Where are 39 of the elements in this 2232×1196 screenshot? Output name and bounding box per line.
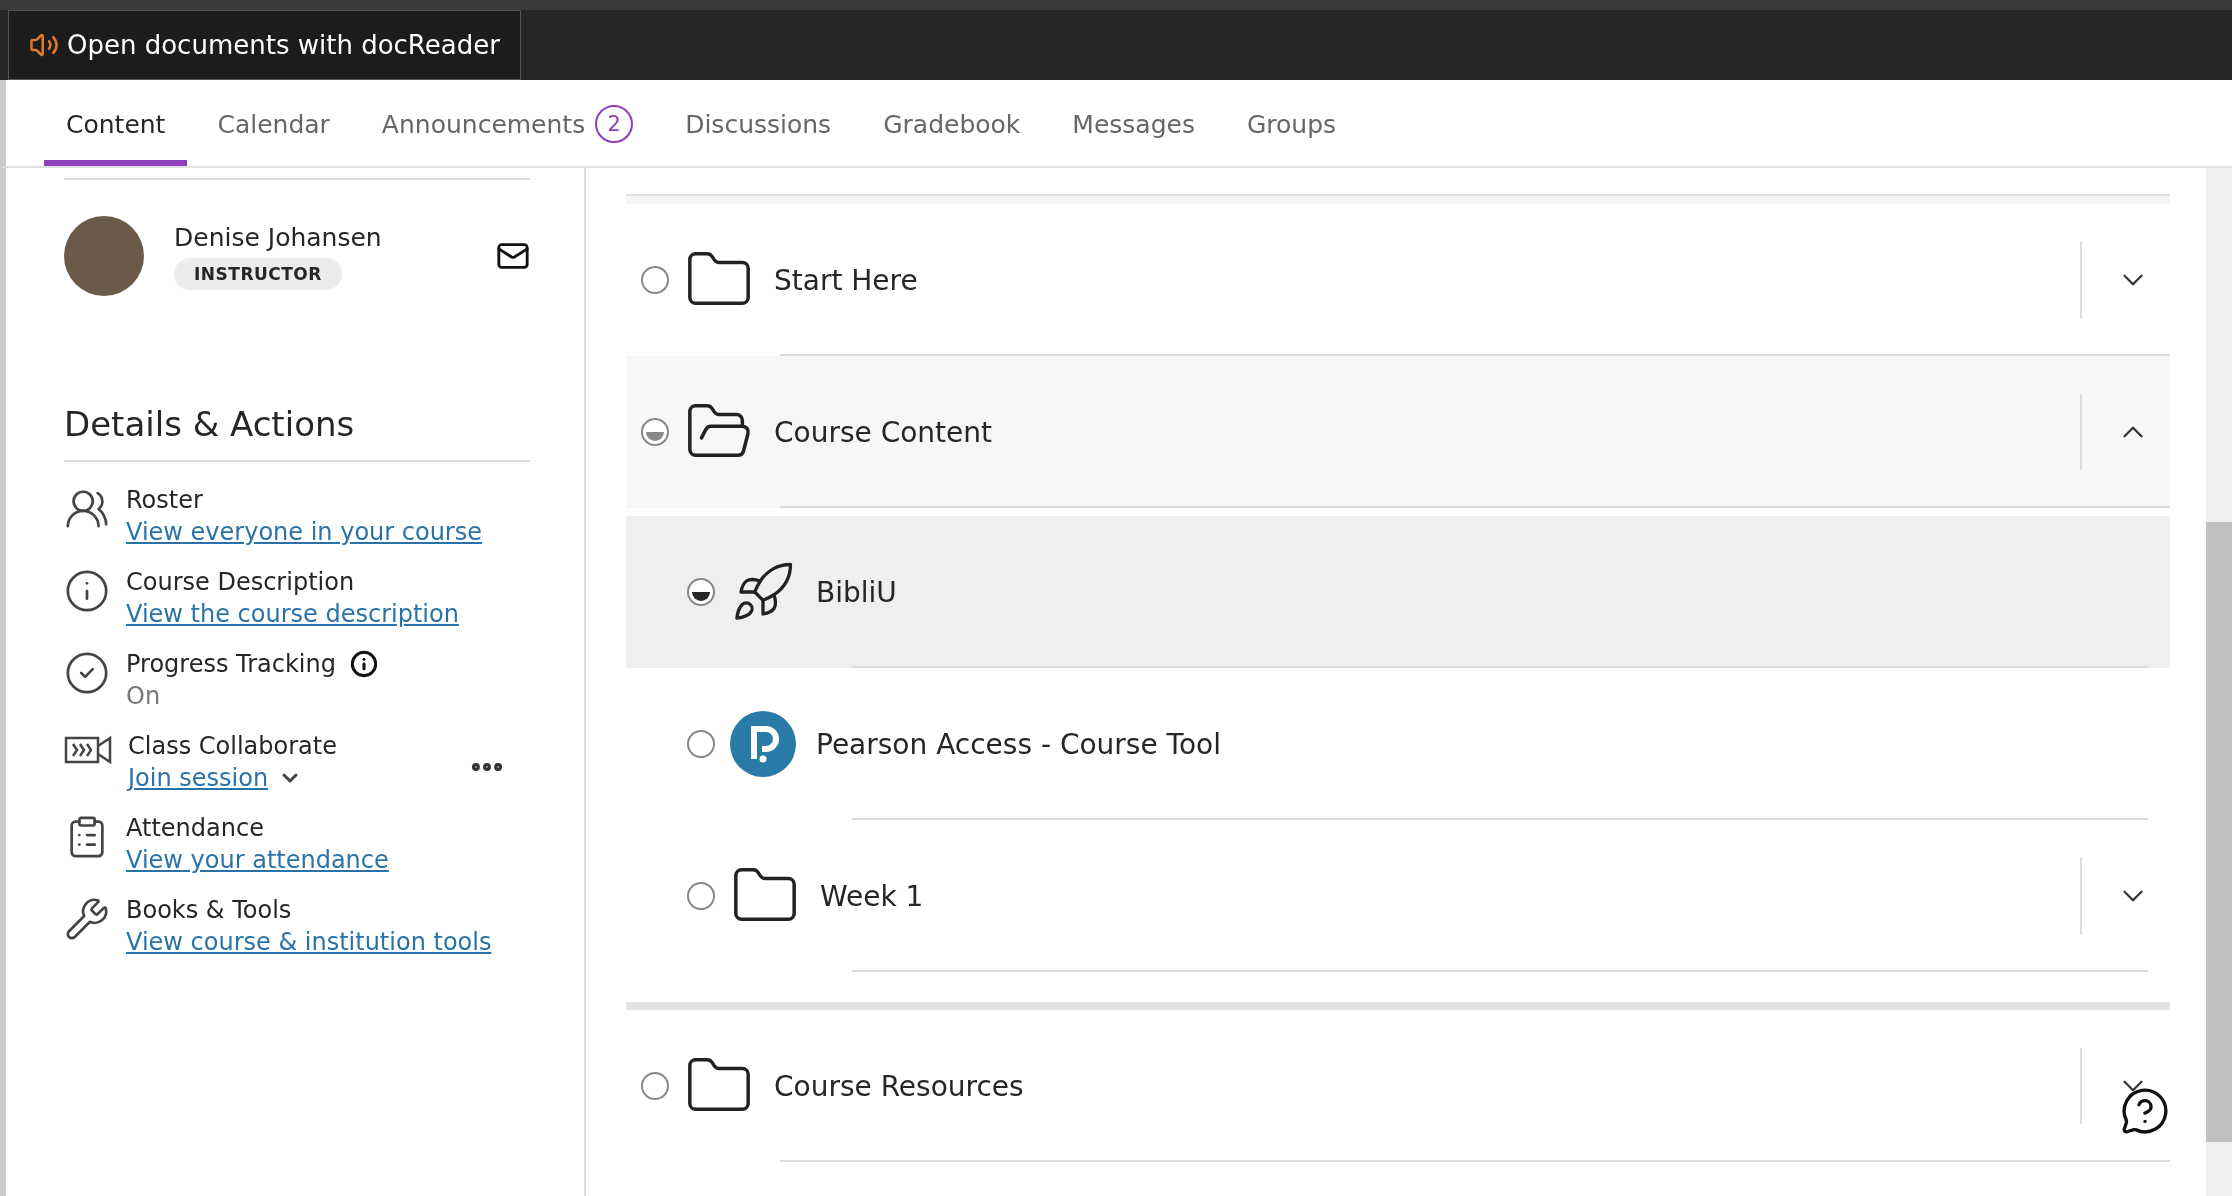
wrench-icon [64, 896, 110, 942]
section-heading: Details & Actions [64, 404, 356, 444]
info-icon [64, 568, 110, 614]
item-title: Week 1 [820, 879, 925, 913]
item-title: Course Resources [774, 1069, 1025, 1103]
docreader-button[interactable]: Open documents with docReader [8, 10, 521, 80]
nav-tab[interactable]: Groups [1224, 80, 1359, 166]
item-title: Class Collaborate [128, 732, 337, 760]
scrollbar-thumb[interactable] [2206, 522, 2232, 1142]
status-text: On [126, 682, 162, 710]
instructor-name: Denise Johansen [174, 222, 382, 252]
item-title: Course Description [126, 568, 355, 596]
info-icon[interactable] [349, 650, 378, 678]
item-title: Books & Tools [126, 896, 292, 924]
nav-tab[interactable]: Content [44, 80, 188, 166]
check-circle-icon [64, 650, 110, 696]
item-link[interactable]: Join session [128, 764, 269, 792]
item-link[interactable]: View your attendance [126, 846, 389, 874]
nav-tab[interactable]: Announcements 2 [359, 80, 656, 166]
item-title: Progress Tracking [126, 650, 336, 678]
item-title: Start Here [774, 263, 919, 297]
item-link[interactable]: View everyone in your course [126, 518, 482, 546]
item-link[interactable]: View the course description [126, 600, 459, 628]
item-title: Course Content [774, 415, 993, 449]
logo-icon [730, 711, 796, 777]
role-badge: INSTRUCTOR [174, 257, 342, 290]
nav-tab[interactable]: Calendar [195, 80, 352, 166]
nav-tab[interactable]: Gradebook [861, 80, 1043, 166]
help-icon[interactable] [2120, 1086, 2170, 1136]
item-title: Attendance [126, 814, 264, 842]
count-badge: 2 [595, 105, 634, 143]
item-title: Roster [126, 486, 203, 514]
content-row[interactable]: BibliU [626, 516, 2170, 668]
nav-tab[interactable]: Messages [1050, 80, 1217, 166]
content-row[interactable]: Course Content [626, 356, 2170, 508]
nav-tab[interactable]: Discussions [663, 80, 854, 166]
item-link[interactable]: View course & institution tools [126, 928, 492, 956]
item-title: Pearson Access - Course Tool [816, 727, 1222, 761]
item-title: BibliU [816, 575, 898, 609]
